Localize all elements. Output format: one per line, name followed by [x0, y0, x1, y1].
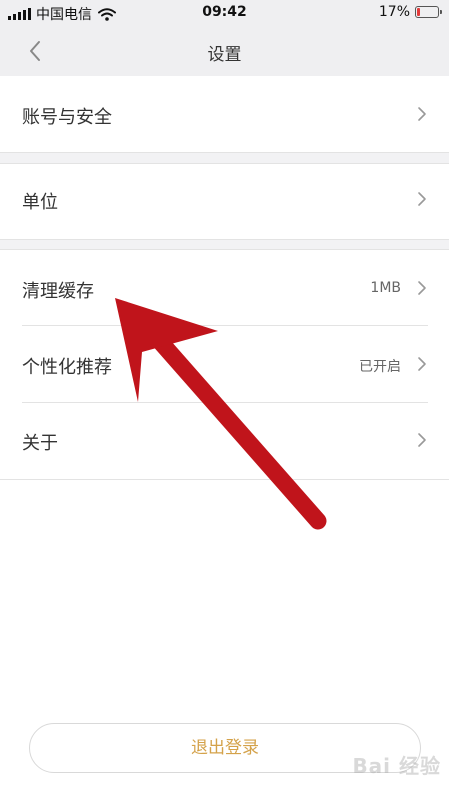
settings-row-about[interactable]: 关于 — [0, 403, 449, 479]
chevron-right-icon — [418, 357, 426, 371]
chevron-right-icon — [418, 192, 426, 206]
clear-cache-label: 清理缓存 — [22, 281, 94, 302]
nav-bar: 设置 — [0, 26, 449, 76]
status-right: 17% — [378, 4, 442, 20]
personalized-recommend-status: 已开启 — [359, 359, 401, 375]
chevron-right-icon — [418, 281, 426, 295]
settings-row-personalized-recommend[interactable]: 个性化推荐 已开启 — [0, 326, 449, 402]
section-gap — [0, 240, 449, 249]
unit-label: 单位 — [22, 192, 58, 213]
battery-percent: 17% — [378, 4, 410, 20]
settings-row-unit[interactable]: 单位 — [0, 164, 449, 240]
section-gap — [0, 153, 449, 163]
personalized-recommend-label: 个性化推荐 — [22, 357, 112, 378]
about-label: 关于 — [22, 433, 58, 454]
status-bar: 中国电信 09:42 17% — [0, 0, 449, 26]
divider — [0, 479, 449, 480]
chevron-right-icon — [418, 433, 426, 447]
cache-size-value: 1MB — [370, 280, 401, 296]
account-security-label: 账号与安全 — [22, 107, 112, 128]
battery-level-fill — [417, 8, 420, 16]
page-title: 设置 — [207, 45, 242, 65]
battery-icon — [415, 6, 442, 18]
chevron-right-icon — [418, 107, 426, 121]
settings-row-clear-cache[interactable]: 清理缓存 1MB — [0, 250, 449, 326]
baidu-jingyan-watermark: Bai 经验 — [352, 754, 441, 778]
settings-row-account-security[interactable]: 账号与安全 — [0, 76, 449, 152]
